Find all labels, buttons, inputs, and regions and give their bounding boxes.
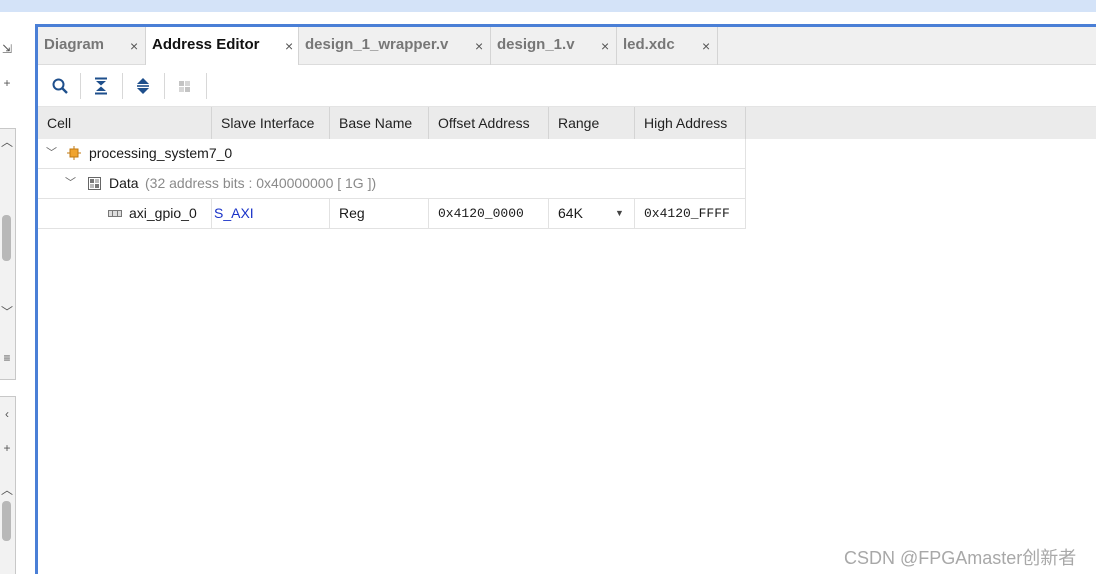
column-header-base-name[interactable]: Base Name <box>330 107 429 139</box>
auto-assign-button[interactable] <box>173 74 197 98</box>
column-header-slave-interface[interactable]: Slave Interface <box>212 107 330 139</box>
chevron-down-icon[interactable]: ﹀ <box>65 169 76 198</box>
segment-detail: (32 address bits : 0x40000000 [ 1G ]) <box>145 175 377 191</box>
segment-label: Data <box>109 175 139 191</box>
table-row-root[interactable]: ﹀ processing_system7_0 <box>38 139 746 169</box>
left-side-panel: ⇲ + ︿ ﹀ ≡ ‹ + ︿ ﹀ <box>0 28 17 574</box>
scrollbar-thumb[interactable] <box>2 501 11 541</box>
menu-icon[interactable]: ≡ <box>0 351 14 365</box>
watermark: CSDN @FPGAmaster创新者 <box>844 548 1077 568</box>
chevron-down-icon[interactable]: ▼ <box>615 199 624 228</box>
offset-address-field[interactable]: 0x4120_0000 <box>429 199 549 228</box>
collapse-all-button[interactable] <box>89 74 113 98</box>
expand-all-button[interactable] <box>131 74 155 98</box>
close-icon[interactable]: × <box>475 38 483 54</box>
side-scroll-area-1: ︿ ﹀ ≡ <box>0 128 16 380</box>
column-header-offset-address[interactable]: Offset Address <box>429 107 549 139</box>
range-select[interactable]: 64K ▼ <box>549 199 635 228</box>
auto-assign-icon <box>179 81 190 92</box>
table-header: Cell Slave Interface Base Name Offset Ad… <box>38 107 1096 139</box>
close-icon[interactable]: × <box>601 38 609 54</box>
cell-name: axi_gpio_0 <box>129 205 197 221</box>
side-scroll-area-2: ‹ + ︿ ﹀ <box>0 396 16 574</box>
tab-design-1[interactable]: design_1.v × <box>491 27 617 65</box>
high-address-value: 0x4120_FFFF <box>644 206 730 221</box>
root-cell-label: processing_system7_0 <box>89 145 233 161</box>
range-value: 64K <box>558 205 583 221</box>
interface-icon <box>108 210 122 217</box>
collapse-all-icon <box>95 77 107 95</box>
scroll-up-icon[interactable]: ︿ <box>0 135 14 149</box>
chevron-down-icon[interactable]: ﹀ <box>46 139 57 168</box>
address-space-icon <box>88 177 101 190</box>
tab-address-editor[interactable]: Address Editor × <box>146 27 299 66</box>
column-header-high-address[interactable]: High Address <box>635 107 746 139</box>
search-button[interactable] <box>48 74 72 98</box>
column-header-cell[interactable]: Cell <box>38 107 212 139</box>
window-top-strip <box>0 0 1096 12</box>
toolbar <box>38 65 1096 107</box>
scroll-down-icon[interactable]: ﹀ <box>0 305 14 319</box>
collapse-icon[interactable]: ‹ <box>0 407 14 421</box>
scrollbar-thumb[interactable] <box>2 215 11 261</box>
table-row-segment[interactable]: ﹀ Data (32 address bits : 0x40000000 [ 1… <box>38 169 746 199</box>
tab-design-1-wrapper[interactable]: design_1_wrapper.v × <box>299 27 491 65</box>
search-icon <box>52 78 68 94</box>
tab-diagram[interactable]: Diagram × <box>38 27 146 65</box>
tab-led-xdc[interactable]: led.xdc × <box>617 27 718 65</box>
expand-all-icon <box>137 78 149 94</box>
close-icon[interactable]: × <box>130 38 138 54</box>
tab-bar: Diagram × Address Editor × design_1_wrap… <box>38 27 1096 66</box>
close-icon[interactable]: × <box>702 38 710 54</box>
slave-interface-link[interactable]: S_AXI <box>212 199 330 228</box>
close-icon[interactable]: × <box>285 38 293 54</box>
base-name-value: Reg <box>330 199 429 228</box>
column-header-range[interactable]: Range <box>549 107 635 139</box>
scroll-up-icon[interactable]: ︿ <box>0 483 14 497</box>
address-editor-window: Diagram × Address Editor × design_1_wrap… <box>35 24 1096 574</box>
restore-icon[interactable]: ⇲ <box>0 42 14 56</box>
processor-icon <box>67 146 81 160</box>
add-icon[interactable]: + <box>0 441 14 455</box>
table-row[interactable]: axi_gpio_0 S_AXI Reg 0x4120_0000 64K ▼ 0… <box>38 199 746 229</box>
add-icon[interactable]: + <box>0 76 14 90</box>
address-table: Cell Slave Interface Base Name Offset Ad… <box>38 107 1096 229</box>
